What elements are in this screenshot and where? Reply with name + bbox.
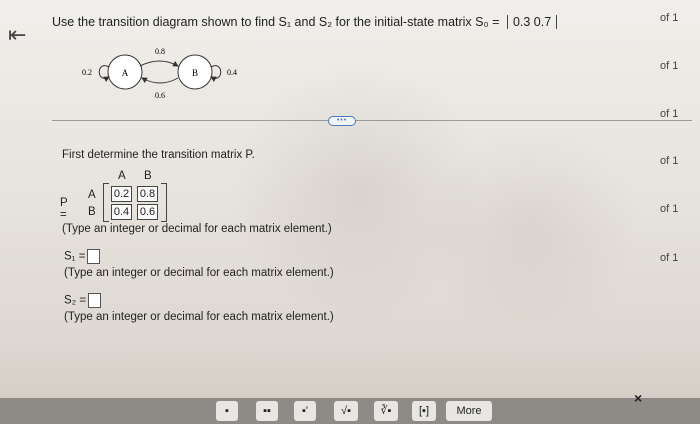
arrow-b-to-a: [141, 77, 179, 84]
matrix-col-a: A: [118, 170, 126, 182]
loop-a-prob: 0.2: [82, 68, 92, 77]
transition-diagram: A B 0.8 0.6 0.2 0.4: [82, 47, 237, 100]
sqrt-icon[interactable]: √▪: [334, 401, 358, 421]
expand-dots-button[interactable]: •••: [328, 116, 356, 126]
s2-hint: (Type an integer or decimal for each mat…: [64, 311, 334, 323]
matrix-cell-aa[interactable]: 0.2: [111, 186, 132, 202]
matrix-cell-ab[interactable]: 0.8: [137, 186, 158, 202]
s1-row: S₁ =: [64, 249, 101, 264]
score-item: of 1: [660, 60, 679, 72]
nth-root-icon[interactable]: ∛▪: [374, 401, 398, 421]
s2-row: S₂ =: [64, 293, 102, 308]
score-item: of 1: [660, 108, 679, 120]
mixed-number-icon[interactable]: ▪▪: [256, 401, 278, 421]
b-to-a-prob: 0.6: [155, 91, 165, 100]
matrix-right-bracket: [161, 183, 167, 222]
step1-instruction: First determine the transition matrix P.: [62, 149, 255, 161]
score-item: of 1: [660, 252, 679, 264]
question-prompt: Use the transition diagram shown to find…: [52, 15, 503, 29]
more-button[interactable]: More: [446, 401, 492, 421]
matrix-icon[interactable]: [▪]: [412, 401, 436, 421]
matrix-left-bracket: [103, 183, 109, 222]
matrix-cell-bb[interactable]: 0.6: [137, 204, 158, 220]
question-text: Use the transition diagram shown to find…: [52, 15, 558, 29]
s1-label: S₁ =: [64, 250, 86, 263]
section-divider: [52, 120, 692, 121]
state-b-label: B: [192, 68, 198, 78]
close-icon[interactable]: ×: [634, 390, 642, 406]
matrix-row-b: B: [88, 206, 96, 218]
math-toolbar: ▪ ▪▪ ▪' √▪ ∛▪ [▪] More: [0, 398, 700, 424]
matrix-cell-ba[interactable]: 0.4: [111, 204, 132, 220]
back-arrow-icon[interactable]: ⇤: [8, 22, 26, 48]
s0-matrix: 0.3 0.7: [506, 15, 558, 29]
background-shadow: [420, 120, 640, 340]
exponent-icon[interactable]: ▪': [294, 401, 316, 421]
state-a-label: A: [122, 68, 129, 78]
score-item: of 1: [660, 155, 679, 167]
matrix-col-b: B: [144, 170, 152, 182]
fraction-icon[interactable]: ▪: [216, 401, 238, 421]
score-item: of 1: [660, 12, 679, 24]
s1-hint: (Type an integer or decimal for each mat…: [64, 267, 334, 279]
score-item: of 1: [660, 203, 679, 215]
matrix-row-a: A: [88, 189, 96, 201]
s1-input[interactable]: [87, 249, 101, 264]
loop-b-prob: 0.4: [227, 68, 237, 77]
right-score-column: of 1 of 1 of 1 of 1 of 1 of 1: [650, 0, 700, 400]
s2-label: S₂ =: [64, 294, 87, 307]
step1-hint: (Type an integer or decimal for each mat…: [62, 223, 332, 235]
s2-input[interactable]: [88, 293, 102, 308]
arrow-a-to-b: [139, 60, 179, 67]
p-label: P =: [60, 197, 68, 221]
a-to-b-prob: 0.8: [155, 47, 165, 56]
